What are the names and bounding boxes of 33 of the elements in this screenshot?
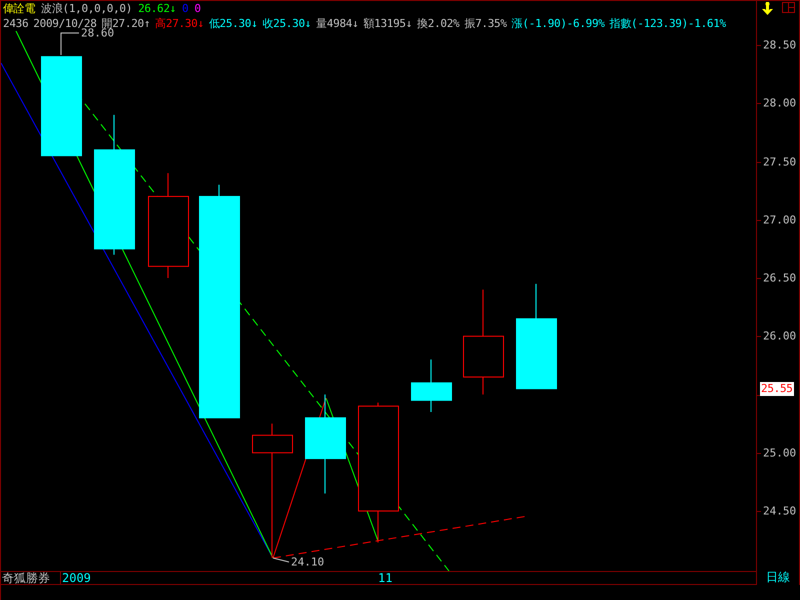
price-axis-label: 26.50: [763, 272, 796, 284]
indicator-value: 0: [182, 1, 188, 16]
price-axis-label: 28.00: [763, 96, 796, 110]
broker-name: 奇狐勝券: [1, 572, 61, 584]
price-axis-label: 26.00: [763, 330, 796, 343]
low-price-label: 24.10: [291, 556, 324, 568]
quote-value: 漲(-1.90)-6.99%: [512, 16, 605, 31]
price-axis-label: 27.50: [763, 155, 796, 168]
quote-value: 換2.02%: [417, 16, 460, 31]
price-axis-label: 24.50: [763, 504, 796, 518]
indicator-name: 波浪(1,0,0,0,0): [41, 1, 132, 16]
quote-value: 額13195↓: [363, 16, 412, 31]
price-axis-label: 28.50: [763, 38, 796, 52]
window-icon[interactable]: [782, 2, 794, 13]
indicator-value: 0: [194, 1, 201, 16]
candlestick: [411, 359, 452, 412]
last-price-tag: 25.55: [760, 382, 794, 396]
indicator-value: 26.62↓: [138, 1, 176, 16]
price-axis-label: 27.00: [763, 213, 796, 226]
price-axis-label: 25.00: [763, 446, 796, 460]
leader-line: [60, 32, 80, 56]
date-axis-label: 2009: [62, 572, 91, 585]
date-axis-label: 11: [378, 572, 392, 585]
quote-value: 振7.35%: [464, 16, 507, 31]
quote-value: 2436: [3, 16, 28, 31]
quote-value: 收25.30↓: [262, 16, 312, 31]
leader-line: [272, 558, 290, 562]
stock-name: 偉詮電: [3, 1, 36, 16]
quote-value: 高27.30↓: [155, 16, 204, 31]
quote-value: 指數(-123.39)-1.61%: [610, 16, 726, 31]
quote-value: 低25.30↓: [208, 16, 258, 31]
quote-value: 量4984↓: [316, 16, 358, 31]
period-label[interactable]: 日線: [756, 571, 800, 585]
